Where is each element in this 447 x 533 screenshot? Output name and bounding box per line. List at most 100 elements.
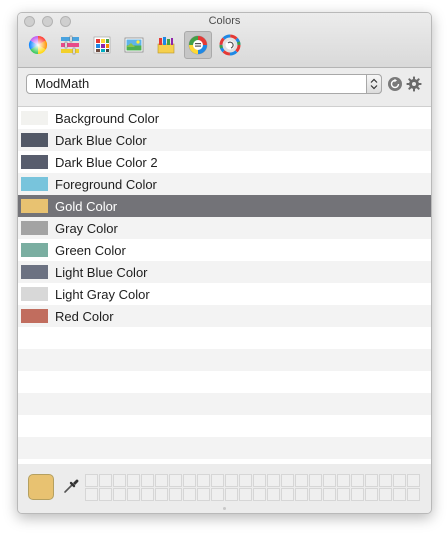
swatch-well[interactable] <box>309 488 322 501</box>
color-name: Background Color <box>55 110 160 126</box>
gear-icon[interactable] <box>406 76 422 92</box>
color-name: Light Gray Color <box>55 286 150 302</box>
swatch-well[interactable] <box>85 474 98 487</box>
swatch-well[interactable] <box>407 474 420 487</box>
color-name: Gold Color <box>55 198 118 214</box>
pencils-tab[interactable] <box>152 31 180 59</box>
swatch-well[interactable] <box>183 474 196 487</box>
swatch-well[interactable] <box>211 488 224 501</box>
color-list-row[interactable]: Green Color <box>18 239 431 261</box>
swatch-well[interactable] <box>113 474 126 487</box>
swatch-well[interactable] <box>155 488 168 501</box>
color-swatch <box>21 111 48 125</box>
window-title: Colors <box>208 15 241 27</box>
swatch-well[interactable] <box>393 474 406 487</box>
color-list-row[interactable]: Light Blue Color <box>18 261 431 283</box>
swatch-well[interactable] <box>267 474 280 487</box>
swatch-well[interactable] <box>309 474 322 487</box>
color-list-row[interactable]: Dark Blue Color <box>18 129 431 151</box>
color-palettes-tab[interactable] <box>88 31 116 59</box>
swatch-well[interactable] <box>365 488 378 501</box>
color-list-row[interactable]: Gray Color <box>18 217 431 239</box>
swatch-well[interactable] <box>239 474 252 487</box>
color-list-row[interactable]: Light Gray Color <box>18 283 431 305</box>
color-swatch <box>21 133 48 147</box>
sliders-icon <box>61 35 79 55</box>
color-list-row[interactable]: Red Color <box>18 305 431 327</box>
swatch-well[interactable] <box>295 474 308 487</box>
swatch-well[interactable] <box>295 488 308 501</box>
swatch-well[interactable] <box>253 474 266 487</box>
third-party-picker-tab[interactable] <box>216 31 244 59</box>
swatch-well[interactable] <box>253 488 266 501</box>
palette-select[interactable]: ModMath <box>26 74 382 94</box>
bottom-bar <box>18 464 431 513</box>
empty-list-row <box>18 393 431 415</box>
picker-plugin-icon <box>219 34 241 56</box>
current-color-well[interactable] <box>28 474 54 500</box>
swatch-well[interactable] <box>337 474 350 487</box>
swatch-well[interactable] <box>127 488 140 501</box>
palette-name: ModMath <box>35 76 90 91</box>
swatch-well[interactable] <box>225 474 238 487</box>
swatch-wells <box>85 474 420 501</box>
swatch-well[interactable] <box>351 488 364 501</box>
palette-row: ModMath <box>26 74 424 96</box>
resize-grip[interactable] <box>223 507 226 510</box>
swatch-well[interactable] <box>323 488 336 501</box>
swatch-well[interactable] <box>379 474 392 487</box>
swatch-well[interactable] <box>365 474 378 487</box>
color-list-row[interactable]: Dark Blue Color 2 <box>18 151 431 173</box>
swatch-well[interactable] <box>351 474 364 487</box>
image-palettes-tab[interactable] <box>120 31 148 59</box>
swatch-well[interactable] <box>379 488 392 501</box>
swatch-well[interactable] <box>99 474 112 487</box>
colors-window: Colors ModMath Background Color Dark Blu… <box>17 12 432 514</box>
color-list-tab[interactable] <box>184 31 212 59</box>
color-name: Red Color <box>55 308 114 324</box>
swatch-well[interactable] <box>141 474 154 487</box>
refresh-icon[interactable] <box>387 76 403 92</box>
swatch-well[interactable] <box>127 474 140 487</box>
picker-mode-toolbar <box>24 31 244 59</box>
swatch-well[interactable] <box>407 488 420 501</box>
swatch-well[interactable] <box>281 488 294 501</box>
color-swatch <box>21 265 48 279</box>
empty-list-row <box>18 437 431 459</box>
color-name: Green Color <box>55 242 126 258</box>
eyedropper-icon[interactable] <box>62 477 80 495</box>
color-sliders-tab[interactable] <box>56 31 84 59</box>
image-palette-icon <box>124 37 144 53</box>
color-swatch <box>21 177 48 191</box>
swatch-well[interactable] <box>169 474 182 487</box>
swatch-well[interactable] <box>393 488 406 501</box>
swatch-well[interactable] <box>323 474 336 487</box>
swatch-well[interactable] <box>85 488 98 501</box>
color-list-row[interactable]: Foreground Color <box>18 173 431 195</box>
swatch-well[interactable] <box>239 488 252 501</box>
empty-list-row <box>18 327 431 349</box>
swatch-well[interactable] <box>183 488 196 501</box>
swatch-well[interactable] <box>267 488 280 501</box>
color-wheel-icon <box>28 35 48 55</box>
swatch-well[interactable] <box>197 474 210 487</box>
color-list-row[interactable]: Gold Color <box>18 195 431 217</box>
color-wheel-tab[interactable] <box>24 31 52 59</box>
swatch-well[interactable] <box>99 488 112 501</box>
swatch-well[interactable] <box>113 488 126 501</box>
palette-grid-icon <box>93 36 111 54</box>
empty-list-row <box>18 371 431 393</box>
color-swatch <box>21 221 48 235</box>
swatch-well[interactable] <box>337 488 350 501</box>
swatch-well[interactable] <box>225 488 238 501</box>
color-list-row[interactable]: Background Color <box>18 107 431 129</box>
color-name: Dark Blue Color <box>55 132 147 148</box>
swatch-well[interactable] <box>141 488 154 501</box>
swatch-well[interactable] <box>155 474 168 487</box>
swatch-well[interactable] <box>197 488 210 501</box>
swatch-well[interactable] <box>211 474 224 487</box>
color-list[interactable]: Background Color Dark Blue Color Dark Blue… <box>18 106 431 465</box>
swatch-well[interactable] <box>281 474 294 487</box>
color-list-icon <box>188 35 208 55</box>
swatch-well[interactable] <box>169 488 182 501</box>
